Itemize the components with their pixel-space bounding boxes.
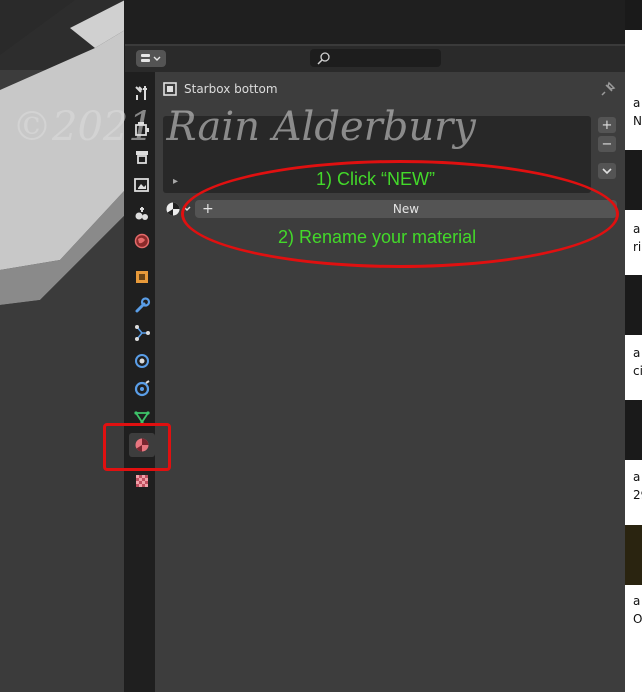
annotation-step-1: 1) Click “NEW”: [316, 169, 435, 189]
tool-icon: [135, 86, 147, 100]
expand-arrow-icon[interactable]: ▸: [173, 176, 178, 187]
adjacent-text: a: [633, 222, 641, 236]
adjacent-text: ci: [633, 364, 642, 378]
search-field[interactable]: [310, 49, 441, 67]
add-slot-button[interactable]: +: [598, 117, 616, 133]
object-name-label: Starbox bottom: [184, 82, 278, 96]
slot-specials-button[interactable]: [598, 163, 616, 179]
particles-icon: [135, 325, 150, 341]
adjacent-text: a: [633, 594, 641, 608]
remove-slot-button[interactable]: −: [598, 136, 616, 152]
outliner-bottom-edge: [125, 0, 625, 44]
object-icon: [136, 271, 148, 283]
tab-tool[interactable]: [129, 81, 155, 105]
wrench-icon: [135, 297, 151, 313]
adjacent-text: O: [633, 612, 642, 626]
tab-view-layer[interactable]: [129, 173, 155, 197]
output-icon: [136, 151, 148, 164]
constraints-icon: [134, 380, 150, 397]
world-icon: [134, 233, 150, 249]
object-name-row: Starbox bottom: [162, 78, 278, 100]
tab-constraints[interactable]: [129, 377, 155, 401]
object-type-icon: [163, 82, 177, 96]
adjacent-text: a: [633, 96, 641, 110]
annotation-step-2: 2) Rename your material: [278, 227, 477, 247]
search-icon: [317, 52, 330, 65]
editor-type-button[interactable]: [136, 50, 166, 67]
tab-scene[interactable]: [129, 201, 155, 225]
tab-world[interactable]: [129, 229, 155, 253]
texture-icon: [136, 475, 148, 487]
annotation-highlight-box: [103, 423, 171, 471]
tab-particles[interactable]: [129, 321, 155, 345]
adjacent-window: a N a ri a ci a 29 a O: [625, 0, 642, 692]
adjacent-text: N: [633, 114, 642, 128]
pin-icon[interactable]: [600, 81, 616, 97]
adjacent-text: 29: [633, 488, 642, 502]
tab-modifiers[interactable]: [129, 293, 155, 317]
tab-physics[interactable]: [129, 349, 155, 373]
chevron-down-icon: [602, 168, 612, 175]
tab-texture[interactable]: [129, 469, 155, 493]
tab-object[interactable]: [129, 265, 155, 289]
editor-type-icon: [141, 54, 161, 62]
scene-icon: [135, 207, 148, 220]
adjacent-text: a: [633, 470, 641, 484]
physics-icon: [135, 354, 149, 368]
adjacent-text: a: [633, 346, 641, 360]
view-layer-icon: [134, 178, 149, 192]
watermark: ©2021 Rain Alderbury: [12, 104, 476, 150]
adjacent-text: ri: [633, 240, 642, 254]
